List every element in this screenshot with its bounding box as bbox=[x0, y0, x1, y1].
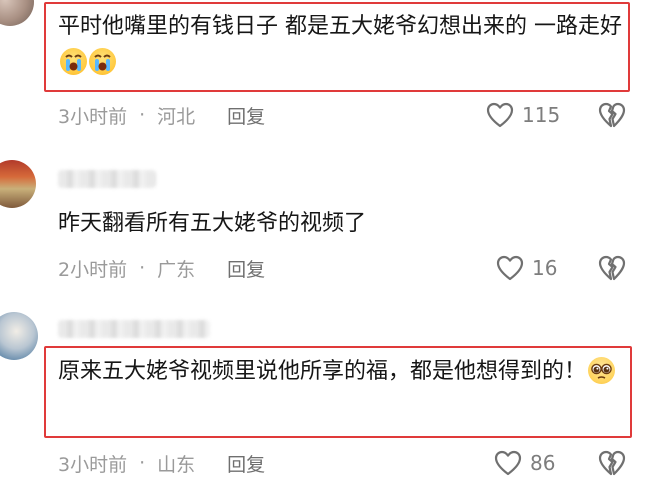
dislike-button[interactable] bbox=[598, 450, 626, 480]
separator-dot: · bbox=[139, 104, 146, 126]
comment-location: 河北 bbox=[157, 105, 196, 128]
like-button[interactable]: 86 bbox=[494, 448, 555, 478]
comment-meta: 3小时前 · 山东 回复 bbox=[58, 448, 265, 478]
like-count: 16 bbox=[532, 256, 558, 280]
username-blurred[interactable] bbox=[58, 320, 210, 338]
username-blurred[interactable] bbox=[58, 170, 156, 188]
reply-button[interactable]: 回复 bbox=[227, 255, 265, 282]
dislike-button[interactable] bbox=[598, 255, 626, 285]
heart-icon bbox=[496, 255, 524, 281]
loudly-crying-face-icon bbox=[89, 48, 116, 75]
comment-location: 山东 bbox=[157, 453, 196, 476]
like-count: 86 bbox=[530, 451, 556, 475]
comment-time: 3小时前 bbox=[58, 105, 128, 128]
heart-icon bbox=[494, 450, 522, 476]
dislike-button[interactable] bbox=[598, 102, 626, 132]
loudly-crying-face-icon bbox=[60, 48, 87, 75]
separator-dot: · bbox=[139, 452, 146, 474]
comment-meta: 3小时前 · 河北 回复 bbox=[58, 100, 265, 130]
reply-button[interactable]: 回复 bbox=[227, 102, 265, 129]
like-button[interactable]: 115 bbox=[486, 100, 560, 130]
broken-heart-icon bbox=[598, 255, 626, 281]
comment-location: 广东 bbox=[157, 258, 196, 281]
avatar[interactable] bbox=[0, 0, 34, 26]
comment-time: 2小时前 bbox=[58, 258, 128, 281]
broken-heart-icon bbox=[598, 450, 626, 476]
comment-time: 3小时前 bbox=[58, 453, 128, 476]
reply-button[interactable]: 回复 bbox=[227, 450, 265, 477]
comment-text: 昨天翻看所有五大姥爷的视频了 bbox=[58, 211, 367, 236]
comment-text: 原来五大姥爷视频里说他所享的福，都是他想得到的！ bbox=[58, 354, 633, 390]
broken-heart-icon bbox=[598, 102, 626, 128]
comment-text: 平时他嘴里的有钱日子 都是五大姥爷幻想出来的 一路走好 bbox=[58, 9, 633, 81]
heart-icon bbox=[486, 102, 514, 128]
separator-dot: · bbox=[139, 257, 146, 279]
comment-meta: 2小时前 · 广东 回复 bbox=[58, 253, 265, 283]
avatar[interactable] bbox=[0, 160, 36, 208]
pleading-face-icon bbox=[588, 357, 616, 384]
like-button[interactable]: 16 bbox=[496, 253, 557, 283]
avatar[interactable] bbox=[0, 312, 38, 360]
like-count: 115 bbox=[522, 103, 561, 127]
